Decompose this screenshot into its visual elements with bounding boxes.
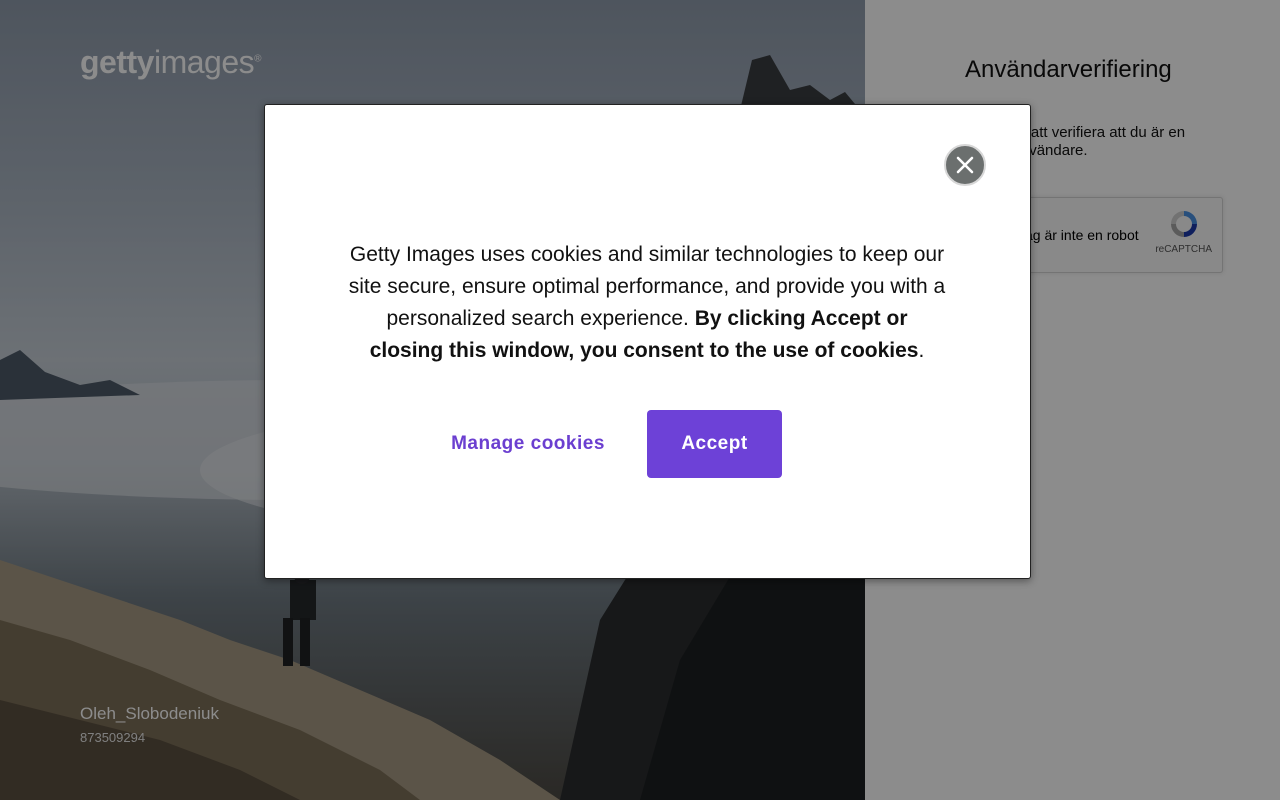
manage-cookies-button[interactable]: Manage cookies: [433, 410, 623, 478]
cookie-message: Getty Images uses cookies and similar te…: [347, 239, 947, 367]
cookie-message-end: .: [918, 339, 925, 362]
close-button[interactable]: [944, 144, 986, 186]
cookie-consent-dialog: Getty Images uses cookies and similar te…: [264, 104, 1031, 579]
accept-button[interactable]: Accept: [647, 410, 782, 478]
close-icon: [956, 156, 974, 174]
